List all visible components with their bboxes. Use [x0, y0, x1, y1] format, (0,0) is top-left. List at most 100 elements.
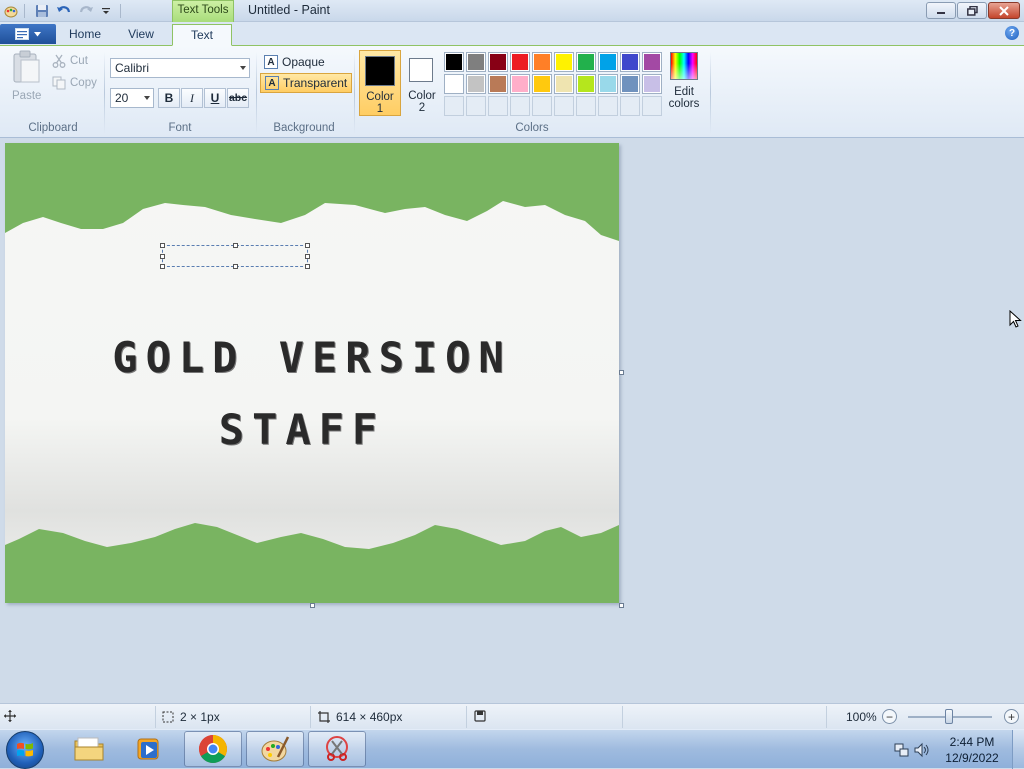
- taskbar-paint-button[interactable]: [246, 731, 304, 767]
- canvas-resize-handle-corner[interactable]: [619, 603, 624, 608]
- system-clock[interactable]: 2:44 PM 12/9/2022: [942, 734, 1002, 766]
- edit-colors-button[interactable]: Edit colors: [664, 52, 704, 118]
- canvas-resize-handle-right[interactable]: [619, 370, 624, 375]
- cut-button[interactable]: Cut: [52, 54, 88, 68]
- palette-custom-slot[interactable]: [510, 96, 530, 116]
- transparent-button[interactable]: A Transparent: [260, 73, 353, 93]
- palette-custom-slot[interactable]: [620, 96, 640, 116]
- palette-color-swatch[interactable]: [598, 52, 618, 72]
- palette-color-swatch[interactable]: [510, 52, 530, 72]
- show-desktop-button[interactable]: [1012, 730, 1024, 769]
- palette-custom-slot[interactable]: [488, 96, 508, 116]
- palette-color-fill: [446, 76, 462, 92]
- palette-color-fill: [600, 76, 616, 92]
- palette-color-swatch[interactable]: [466, 52, 486, 72]
- palette-color-swatch[interactable]: [576, 74, 596, 94]
- taskbar-media-player-button[interactable]: [120, 731, 178, 767]
- taskbar-chrome-button[interactable]: [184, 731, 242, 767]
- palette-custom-slot[interactable]: [598, 96, 618, 116]
- paint-app-icon[interactable]: [3, 3, 19, 19]
- tab-view[interactable]: View: [118, 24, 164, 46]
- palette-custom-slot[interactable]: [554, 96, 574, 116]
- palette-color-swatch[interactable]: [576, 52, 596, 72]
- zoom-level: 100%: [846, 710, 877, 724]
- tab-text[interactable]: Text: [172, 24, 232, 46]
- save-icon[interactable]: [34, 3, 50, 19]
- font-size-select[interactable]: 20: [110, 88, 154, 108]
- palette-color-swatch[interactable]: [642, 52, 662, 72]
- text-box-handle[interactable]: [305, 243, 310, 248]
- canvas-resize-handle-bottom[interactable]: [310, 603, 315, 608]
- text-box-handle[interactable]: [160, 264, 165, 269]
- qat-customize-chevron-down-icon[interactable]: [98, 3, 114, 19]
- taskbar-snipping-tool-button[interactable]: [308, 731, 366, 767]
- palette-color-swatch[interactable]: [620, 52, 640, 72]
- bold-button[interactable]: B: [158, 88, 180, 108]
- status-divider: [826, 706, 827, 728]
- palette-color-swatch[interactable]: [620, 74, 640, 94]
- font-family-select[interactable]: Calibri: [110, 58, 250, 78]
- text-box-handle[interactable]: [160, 254, 165, 259]
- italic-button[interactable]: I: [181, 88, 203, 108]
- paint-menu-button[interactable]: [0, 24, 56, 44]
- text-box-handle[interactable]: [305, 264, 310, 269]
- palette-color-swatch[interactable]: [532, 52, 552, 72]
- selection-icon: [162, 711, 174, 723]
- copy-icon: [52, 76, 66, 90]
- color-2-label-line2: 2: [418, 102, 426, 114]
- opaque-button[interactable]: A Opaque: [260, 52, 329, 72]
- palette-color-swatch[interactable]: [598, 74, 618, 94]
- zoom-out-button[interactable]: −: [882, 709, 897, 724]
- palette-custom-slot[interactable]: [532, 96, 552, 116]
- palette-custom-slot[interactable]: [444, 96, 464, 116]
- redo-icon[interactable]: [78, 3, 94, 19]
- color-1-button[interactable]: Color 1: [359, 50, 401, 116]
- palette-color-swatch[interactable]: [466, 74, 486, 94]
- canvas-workspace[interactable]: GOLD VERSION STAFF: [0, 138, 1024, 703]
- palette-color-swatch[interactable]: [554, 52, 574, 72]
- palette-color-fill: [534, 54, 550, 70]
- start-button[interactable]: [6, 731, 44, 769]
- palette-custom-slot[interactable]: [576, 96, 596, 116]
- scissors-icon: [52, 54, 66, 68]
- palette-color-swatch[interactable]: [554, 74, 574, 94]
- taskbar-explorer-button[interactable]: [60, 731, 118, 767]
- group-separator: [256, 52, 257, 134]
- tab-home[interactable]: Home: [62, 24, 108, 46]
- canvas-text-staff: STAFF: [218, 405, 386, 454]
- edit-colors-label: Edit colors: [664, 86, 704, 110]
- zoom-in-button[interactable]: +: [1004, 709, 1019, 724]
- strikethrough-button[interactable]: abc: [227, 88, 249, 108]
- palette-color-swatch[interactable]: [510, 74, 530, 94]
- text-box-handle[interactable]: [305, 254, 310, 259]
- underline-button[interactable]: U: [204, 88, 226, 108]
- restore-button[interactable]: [957, 2, 987, 19]
- palette-color-swatch[interactable]: [532, 74, 552, 94]
- network-icon[interactable]: [894, 742, 910, 761]
- text-box-handle[interactable]: [233, 264, 238, 269]
- text-input-box[interactable]: [160, 243, 310, 269]
- palette-color-swatch[interactable]: [488, 52, 508, 72]
- paste-label: Paste: [12, 90, 42, 102]
- volume-icon[interactable]: [914, 742, 930, 761]
- paste-button[interactable]: Paste: [8, 50, 46, 106]
- zoom-slider-thumb[interactable]: [945, 709, 953, 724]
- palette-custom-slot[interactable]: [642, 96, 662, 116]
- palette-custom-slot[interactable]: [466, 96, 486, 116]
- palette-color-swatch[interactable]: [444, 74, 464, 94]
- color-2-button[interactable]: Color 2: [404, 50, 440, 116]
- status-bar: 2 × 1px 614 × 460px 100% − +: [0, 703, 1024, 729]
- help-icon[interactable]: ?: [1005, 26, 1019, 40]
- chevron-down-icon: [144, 96, 150, 100]
- minimize-button[interactable]: [926, 2, 956, 19]
- copy-button[interactable]: Copy: [52, 76, 97, 90]
- text-box-handle[interactable]: [160, 243, 165, 248]
- close-button[interactable]: [988, 2, 1020, 19]
- palette-color-swatch[interactable]: [642, 74, 662, 94]
- undo-icon[interactable]: [56, 3, 72, 19]
- palette-color-swatch[interactable]: [444, 52, 464, 72]
- qat-divider: [120, 4, 121, 18]
- text-box-handle[interactable]: [233, 243, 238, 248]
- drawing-canvas[interactable]: GOLD VERSION STAFF: [5, 143, 619, 603]
- palette-color-swatch[interactable]: [488, 74, 508, 94]
